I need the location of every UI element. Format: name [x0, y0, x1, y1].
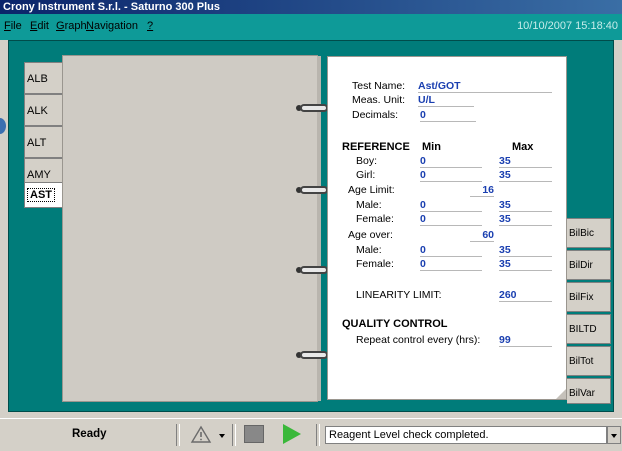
- tab-bilfix-label: BilFix: [569, 292, 594, 303]
- age-limit-field[interactable]: 16: [470, 184, 494, 197]
- left-page: [62, 55, 321, 402]
- menu-file[interactable]: File: [4, 20, 22, 32]
- repeat-field[interactable]: 99: [499, 334, 552, 347]
- linearity-label: LINEARITY LIMIT:: [356, 289, 442, 301]
- tab-alk[interactable]: ALK: [24, 94, 62, 126]
- boy-max-field[interactable]: 35: [499, 155, 552, 168]
- linearity-field[interactable]: 260: [499, 289, 552, 302]
- menu-navigation[interactable]: Navigation: [86, 20, 138, 32]
- qc-header: QUALITY CONTROL: [342, 318, 448, 330]
- status-separator: [316, 424, 320, 446]
- tab-alt[interactable]: ALT: [24, 126, 62, 158]
- girl-max-field[interactable]: 35: [499, 169, 552, 182]
- male-min-field[interactable]: 0: [420, 199, 482, 212]
- tab-bilvar[interactable]: BilVar: [567, 378, 611, 404]
- tab-biltot-label: BilTot: [569, 356, 594, 367]
- tab-bildir-label: BilDir: [569, 260, 593, 271]
- stop-button[interactable]: [244, 425, 264, 443]
- tab-alb[interactable]: ALB: [24, 62, 62, 94]
- female-label: Female:: [356, 213, 394, 225]
- female-over-min-field[interactable]: 0: [420, 258, 482, 271]
- age-over-field[interactable]: 60: [470, 229, 494, 242]
- girl-label: Girl:: [356, 169, 376, 181]
- unit-field[interactable]: U/L: [418, 94, 474, 107]
- window-title: Crony Instrument S.r.l. - Saturno 300 Pl…: [0, 0, 622, 14]
- female-over-max-field[interactable]: 35: [499, 258, 552, 271]
- binder-ring: [300, 104, 328, 112]
- tab-bilvar-label: BilVar: [569, 388, 595, 399]
- tab-amy-label: AMY: [27, 169, 51, 181]
- girl-min-field[interactable]: 0: [420, 169, 482, 182]
- age-over-label: Age over:: [348, 229, 393, 241]
- menu-graph[interactable]: Graph: [56, 20, 87, 32]
- status-separator: [232, 424, 236, 446]
- tab-bilbic-label: BilBic: [569, 228, 595, 239]
- chevron-down-icon: [611, 434, 617, 438]
- age-limit-label: Age Limit:: [348, 184, 395, 196]
- status-state: Ready: [72, 428, 107, 440]
- tab-alt-label: ALT: [27, 137, 47, 149]
- menu-help[interactable]: ?: [147, 20, 153, 32]
- menu-edit-rest: dit: [37, 20, 49, 32]
- menu-graph-rest: raph: [64, 20, 87, 32]
- warning-icon: [190, 425, 212, 443]
- male-max-field[interactable]: 35: [499, 199, 552, 212]
- status-dropdown-button[interactable]: [607, 426, 621, 444]
- reference-header: REFERENCE: [342, 141, 410, 153]
- menu-file-rest: ile: [10, 20, 22, 32]
- menu-edit[interactable]: Edit: [30, 20, 49, 32]
- male-label: Male:: [356, 199, 382, 211]
- page-fold: [556, 389, 566, 399]
- female-min-field[interactable]: 0: [420, 213, 482, 226]
- female-max-field[interactable]: 35: [499, 213, 552, 226]
- menu-bar: File Edit Graph Navigation ? 10/10/2007 …: [0, 14, 622, 40]
- tab-alb-label: ALB: [27, 73, 48, 85]
- min-header: Min: [422, 141, 441, 153]
- binder-ring: [300, 351, 328, 359]
- play-button[interactable]: [283, 424, 301, 444]
- right-page: [327, 56, 567, 400]
- boy-label: Boy:: [356, 155, 378, 167]
- binder-ring: [300, 266, 328, 274]
- repeat-label: Repeat control every (hrs):: [356, 334, 481, 346]
- binder-ring: [300, 186, 328, 194]
- datetime-display: 10/10/2007 15:18:40: [517, 20, 618, 32]
- female-over-label: Female:: [356, 258, 394, 270]
- max-header: Max: [512, 141, 534, 153]
- decimals-label: Decimals:: [352, 109, 399, 121]
- status-separator: [176, 424, 180, 446]
- tab-bilbic[interactable]: BilBic: [567, 218, 611, 248]
- male-over-max-field[interactable]: 35: [499, 244, 552, 257]
- tab-bildir[interactable]: BilDir: [567, 250, 611, 280]
- test-name-field[interactable]: Ast/GOT: [418, 80, 552, 93]
- male-over-label: Male:: [356, 244, 382, 256]
- decimals-field[interactable]: 0: [420, 109, 476, 122]
- unit-label: Meas. Unit:: [352, 94, 406, 106]
- boy-min-field[interactable]: 0: [420, 155, 482, 168]
- test-name-label: Test Name:: [352, 80, 406, 92]
- menu-navigation-rest: avigation: [93, 20, 138, 32]
- tab-biltd-label: BILTD: [569, 324, 597, 335]
- tab-biltot[interactable]: BilTot: [567, 346, 611, 376]
- status-message: Reagent Level check completed.: [325, 426, 607, 444]
- tab-bilfix[interactable]: BilFix: [567, 282, 611, 312]
- tab-biltd[interactable]: BILTD: [567, 314, 611, 344]
- tab-alk-label: ALK: [27, 105, 48, 117]
- male-over-min-field[interactable]: 0: [420, 244, 482, 257]
- tab-ast[interactable]: AST: [24, 182, 62, 208]
- warning-button[interactable]: [190, 424, 212, 444]
- tab-ast-label: AST: [27, 188, 55, 202]
- warning-dropdown-arrow[interactable]: [219, 434, 225, 438]
